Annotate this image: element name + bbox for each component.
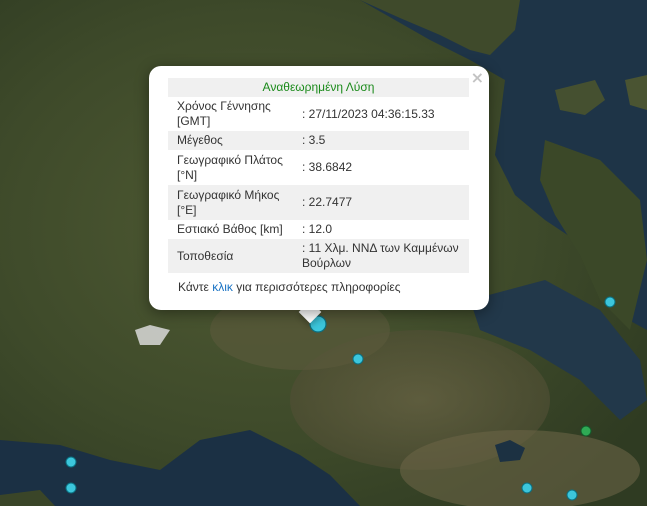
row-label: Γεωγραφικό Μήκος [°E] — [168, 185, 296, 220]
row-label: Μέγεθος — [168, 131, 296, 150]
row-value: : 27/11/2023 04:36:15.33 — [296, 97, 469, 131]
earthquake-marker — [65, 456, 77, 468]
close-icon[interactable]: × — [471, 68, 484, 87]
row-value: : 22.7477 — [296, 185, 469, 220]
table-row: Μέγεθος : 3.5 — [168, 131, 469, 150]
more-info-text: Κάντε κλικ για περισσότερες πληροφορίες — [178, 280, 401, 294]
table-row: Γεωγραφικό Πλάτος [°N] : 38.6842 — [168, 150, 469, 185]
earthquake-marker — [580, 425, 592, 437]
row-label: Τοποθεσία — [168, 239, 296, 273]
row-value: : 3.5 — [296, 131, 469, 150]
more-suffix: για περισσότερες πληροφορίες — [232, 280, 401, 294]
earthquake-marker — [521, 482, 533, 494]
row-value: : 38.6842 — [296, 150, 469, 185]
row-label: Χρόνος Γέννησης [GMT] — [168, 97, 296, 131]
row-value: : 12.0 — [296, 220, 469, 239]
table-row: Εστιακό Βάθος [km] : 12.0 — [168, 220, 469, 239]
more-prefix: Κάντε — [178, 280, 213, 294]
row-label: Εστιακό Βάθος [km] — [168, 220, 296, 239]
table-row: Χρόνος Γέννησης [GMT] : 27/11/2023 04:36… — [168, 97, 469, 131]
earthquake-marker — [566, 489, 578, 501]
earthquake-info-table: Χρόνος Γέννησης [GMT] : 27/11/2023 04:36… — [168, 97, 469, 273]
earthquake-marker — [65, 482, 77, 494]
more-info-link[interactable]: κλικ — [212, 280, 233, 294]
row-label: Γεωγραφικό Πλάτος [°N] — [168, 150, 296, 185]
earthquake-marker — [352, 353, 364, 365]
table-row: Γεωγραφικό Μήκος [°E] : 22.7477 — [168, 185, 469, 220]
popup-title: Αναθεωρημένη Λύση — [168, 78, 469, 97]
table-row: Τοποθεσία : 11 Χλμ. ΝΝΔ των Καμμένων Βού… — [168, 239, 469, 273]
earthquake-marker — [604, 296, 616, 308]
row-value: : 11 Χλμ. ΝΝΔ των Καμμένων Βούρλων — [296, 239, 469, 273]
earthquake-popup: × Αναθεωρημένη Λύση Χρόνος Γέννησης [GMT… — [149, 66, 489, 310]
